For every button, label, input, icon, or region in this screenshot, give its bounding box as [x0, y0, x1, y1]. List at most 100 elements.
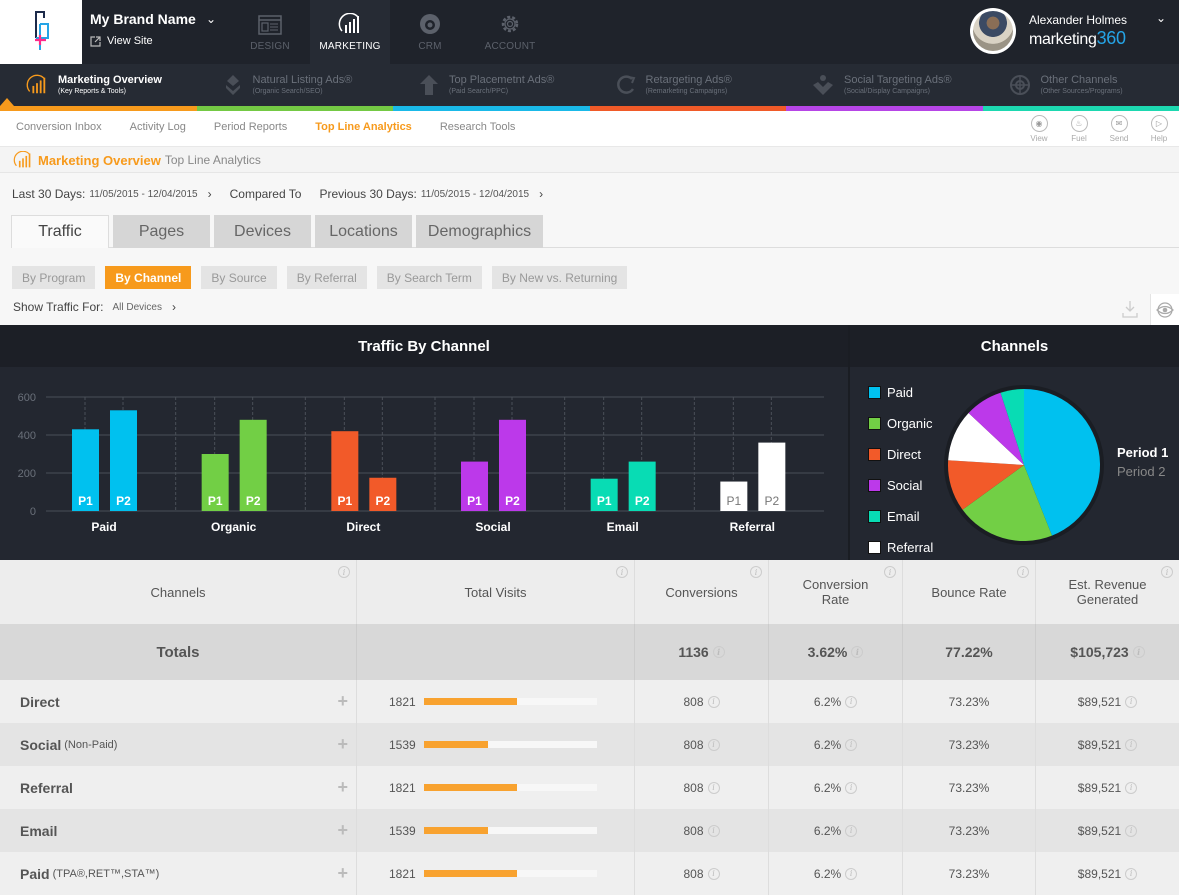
- info-icon[interactable]: i: [1125, 868, 1137, 880]
- device-filter-value[interactable]: All Devices: [112, 302, 161, 313]
- period-2-option[interactable]: Period 2: [1117, 464, 1168, 479]
- info-icon[interactable]: i: [845, 782, 857, 794]
- info-icon[interactable]: i: [851, 646, 863, 658]
- chevron-down-icon[interactable]: ⌄: [1156, 11, 1166, 25]
- table-row[interactable]: Referral+1821808i6.2%i73.23%$89,521i: [0, 766, 1179, 809]
- info-icon[interactable]: i: [708, 739, 720, 751]
- brand-name[interactable]: My Brand Name: [90, 11, 196, 27]
- main-nav-crm[interactable]: CRM: [390, 0, 470, 64]
- header-channels[interactable]: Channelsi: [0, 560, 357, 624]
- subtab-by-search-term[interactable]: By Search Term: [377, 266, 482, 289]
- info-icon[interactable]: i: [1017, 566, 1029, 578]
- tab-activity-log[interactable]: Activity Log: [130, 121, 186, 133]
- channel-nav-natural-listing[interactable]: Natural Listing Ads®(Organic Search/SEO): [197, 64, 394, 106]
- view-button[interactable]: ◉ View: [1029, 115, 1049, 143]
- subtab-by-new-vs-returning[interactable]: By New vs. Returning: [492, 266, 627, 289]
- conversion-rate: 6.2%i: [769, 723, 903, 766]
- arrow-up-icon: [419, 74, 439, 96]
- send-button[interactable]: ✉Send: [1109, 115, 1129, 143]
- table-row[interactable]: Direct+1821808i6.2%i73.23%$89,521i: [0, 680, 1179, 723]
- table-row[interactable]: Paid(TPA®,RET™,STA™)+1821808i6.2%i73.23%…: [0, 852, 1179, 895]
- table-row[interactable]: Social(Non-Paid)+1539808i6.2%i73.23%$89,…: [0, 723, 1179, 766]
- info-icon[interactable]: i: [713, 646, 725, 658]
- info-icon[interactable]: i: [1125, 782, 1137, 794]
- channel-nav-social-targeting[interactable]: Social Targeting Ads®(Social/Display Cam…: [786, 64, 983, 106]
- tab-research-tools[interactable]: Research Tools: [440, 121, 516, 133]
- chevron-right-icon[interactable]: ›: [539, 187, 543, 201]
- tab-conversion-inbox[interactable]: Conversion Inbox: [16, 121, 102, 133]
- info-icon[interactable]: i: [708, 696, 720, 708]
- chevron-right-icon[interactable]: ›: [208, 187, 212, 201]
- header-bounce-rate[interactable]: Bounce Ratei: [903, 560, 1036, 624]
- view-label: View: [1030, 134, 1047, 143]
- visits-bar: [424, 870, 597, 877]
- subtab-by-program[interactable]: By Program: [12, 266, 95, 289]
- info-icon[interactable]: i: [708, 782, 720, 794]
- fuel-button[interactable]: ♨Fuel: [1069, 115, 1089, 143]
- info-icon[interactable]: i: [845, 825, 857, 837]
- main-nav-design[interactable]: DESIGN: [230, 0, 310, 64]
- info-icon[interactable]: i: [1125, 739, 1137, 751]
- info-icon[interactable]: i: [1161, 566, 1173, 578]
- total-visits: 1821: [357, 680, 635, 723]
- info-icon[interactable]: i: [1125, 825, 1137, 837]
- subtab-by-referral[interactable]: By Referral: [287, 266, 367, 289]
- tab-traffic[interactable]: Traffic: [11, 215, 109, 248]
- info-icon[interactable]: i: [1125, 696, 1137, 708]
- channel-nav: Marketing Overview(Key Reports & Tools) …: [0, 64, 1179, 106]
- info-icon[interactable]: i: [845, 696, 857, 708]
- info-icon[interactable]: i: [1133, 646, 1145, 658]
- header-conversions[interactable]: Conversionsi: [635, 560, 769, 624]
- chevrons-down-icon: [223, 74, 243, 96]
- breadcrumb-page: Top Line Analytics: [165, 153, 261, 167]
- subtab-by-source[interactable]: By Source: [201, 266, 276, 289]
- tab-period-reports[interactable]: Period Reports: [214, 121, 287, 133]
- period-1-option[interactable]: Period 1: [1117, 445, 1168, 460]
- info-icon[interactable]: i: [338, 566, 350, 578]
- channel-nav-other-channels[interactable]: Other Channels(Other Sources/Programs): [983, 64, 1179, 106]
- date-range-selector: Last 30 Days: 11/05/2015 - 12/04/2015 › …: [12, 187, 561, 201]
- eye-icon: ◉: [1031, 115, 1048, 132]
- main-nav-marketing[interactable]: MARKETING: [310, 0, 390, 64]
- chevron-right-icon[interactable]: ›: [172, 300, 176, 314]
- chevron-down-icon[interactable]: ⌄: [206, 12, 216, 26]
- info-icon[interactable]: i: [750, 566, 762, 578]
- current-period-value[interactable]: 11/05/2015 - 12/04/2015: [89, 189, 197, 200]
- view-toggle-button[interactable]: [1150, 294, 1179, 325]
- tab-demographics[interactable]: Demographics: [416, 215, 543, 248]
- x-tick-label: Organic: [211, 520, 257, 534]
- previous-period-value[interactable]: 11/05/2015 - 12/04/2015: [421, 189, 529, 200]
- info-icon[interactable]: i: [708, 825, 720, 837]
- channel-nav-top-placement[interactable]: Top Placemetnt Ads®(Paid Search/PPC): [393, 64, 590, 106]
- header-est-revenue[interactable]: Est. Revenue Generatedi: [1036, 560, 1179, 624]
- info-icon[interactable]: i: [616, 566, 628, 578]
- view-site-link[interactable]: View Site: [90, 35, 153, 47]
- brand-logo[interactable]: [0, 0, 82, 64]
- tab-locations[interactable]: Locations: [315, 215, 412, 248]
- tab-pages[interactable]: Pages: [113, 215, 210, 248]
- header-total-visits[interactable]: Total Visitsi: [357, 560, 635, 624]
- expand-plus-icon[interactable]: +: [337, 820, 348, 841]
- info-icon[interactable]: i: [845, 739, 857, 751]
- main-nav: DESIGN MARKETING CRM ACCOUNT: [230, 0, 550, 64]
- help-button[interactable]: ▷Help: [1149, 115, 1169, 143]
- tab-devices[interactable]: Devices: [214, 215, 311, 248]
- tab-top-line-analytics[interactable]: Top Line Analytics: [315, 121, 412, 133]
- header-conversion-rate[interactable]: Conversion Ratei: [769, 560, 903, 624]
- main-nav-account[interactable]: ACCOUNT: [470, 0, 550, 64]
- target-icon: [1009, 74, 1031, 96]
- breadcrumb-section[interactable]: Marketing Overview: [38, 153, 161, 168]
- expand-plus-icon[interactable]: +: [337, 863, 348, 884]
- expand-plus-icon[interactable]: +: [337, 777, 348, 798]
- channel-nav-retargeting[interactable]: Retargeting Ads®(Remarketing Campaigns): [590, 64, 787, 106]
- subtab-by-channel[interactable]: By Channel: [105, 266, 191, 289]
- channel-nav-marketing-overview[interactable]: Marketing Overview(Key Reports & Tools): [0, 64, 197, 106]
- table-row[interactable]: Email+1539808i6.2%i73.23%$89,521i: [0, 809, 1179, 852]
- info-icon[interactable]: i: [708, 868, 720, 880]
- download-icon[interactable]: [1122, 300, 1138, 318]
- info-icon[interactable]: i: [845, 868, 857, 880]
- expand-plus-icon[interactable]: +: [337, 734, 348, 755]
- info-icon[interactable]: i: [884, 566, 896, 578]
- expand-plus-icon[interactable]: +: [337, 691, 348, 712]
- avatar[interactable]: [970, 8, 1016, 54]
